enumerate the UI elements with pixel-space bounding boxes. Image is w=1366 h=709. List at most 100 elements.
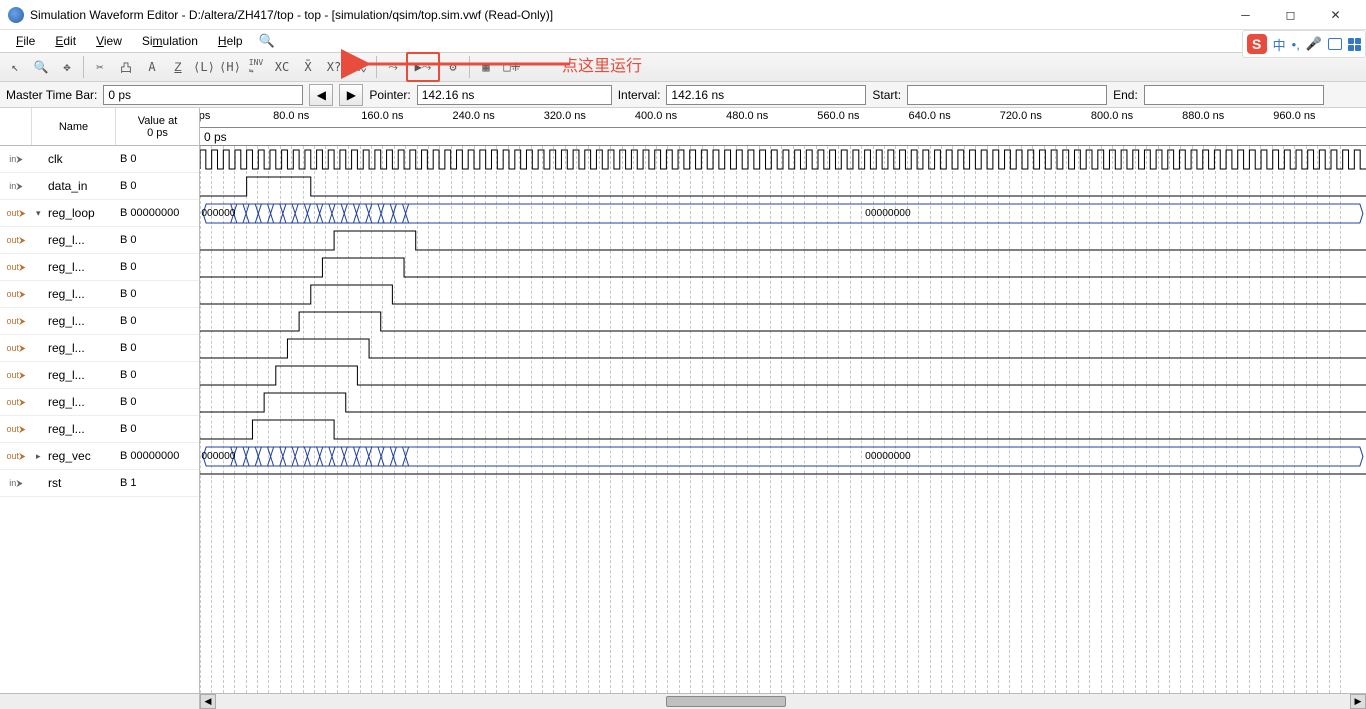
count-icon[interactable]: XC	[269, 54, 295, 80]
waveform-row[interactable]	[200, 173, 1366, 200]
ime-grid-icon[interactable]	[1348, 38, 1361, 51]
hscroll-right-button[interactable]: ▶	[1350, 694, 1366, 709]
waveform-body[interactable]: 00000000000000 00000000000000	[200, 146, 1366, 693]
run-simulation-button[interactable]: ▶⤳	[406, 52, 440, 82]
toolbar: ↖ 🔍 ✥ ✂ 凸 A Z ⟨L⟩ ⟨H⟩ INV⇋ XC X̄ X? R⌄ ⤳…	[0, 52, 1366, 82]
close-button[interactable]: ✕	[1313, 0, 1358, 30]
menu-help[interactable]: Help	[208, 31, 253, 51]
col-name-header[interactable]: Name	[32, 108, 116, 145]
overwrite-clock-icon[interactable]: X̄	[295, 54, 321, 80]
signal-value: B 0	[116, 369, 199, 381]
waveform-row[interactable]: 00000000000000	[200, 443, 1366, 470]
waveform-row[interactable]: 00000000000000	[200, 200, 1366, 227]
waveform-row[interactable]	[200, 146, 1366, 173]
tool-icon-a[interactable]: ⚙	[440, 54, 466, 80]
menu-simulation[interactable]: Simulation	[132, 31, 208, 51]
wave-hscroll[interactable]: ◀ ▶	[200, 693, 1366, 709]
random-icon[interactable]: X?	[321, 54, 347, 80]
signal-row[interactable]: out⮞ reg_l... B 0	[0, 227, 199, 254]
ruler-tick: 80.0 ns	[273, 110, 309, 122]
waveform-row[interactable]	[200, 389, 1366, 416]
tool-icon-c[interactable]: □⁜	[499, 54, 525, 80]
signal-name: reg_l...	[32, 422, 116, 436]
arb-value-icon[interactable]: R⌄	[347, 54, 373, 80]
signal-value: B 0	[116, 153, 199, 165]
waveform-row[interactable]	[200, 416, 1366, 443]
signal-row[interactable]: out⮞ reg_l... B 0	[0, 362, 199, 389]
ruler-tick: 160.0 ns	[361, 110, 403, 122]
signal-row[interactable]: out⮞ reg_l... B 0	[0, 416, 199, 443]
forcing-high-icon[interactable]: A	[139, 54, 165, 80]
force-h-icon[interactable]: ⟨H⟩	[217, 54, 243, 80]
pointer-label: Pointer:	[369, 88, 410, 102]
ime-widget[interactable]: S 中 •, 🎤	[1242, 30, 1366, 58]
pointer-tool-icon[interactable]: ↖	[2, 54, 28, 80]
force-z-icon[interactable]: Z	[165, 54, 191, 80]
hand-tool-icon[interactable]: ✥	[54, 54, 80, 80]
waveform-row[interactable]	[200, 362, 1366, 389]
time-ruler[interactable]: 0 ps80.0 ns160.0 ns240.0 ns320.0 ns400.0…	[200, 108, 1366, 128]
signal-name: ▾reg_loop	[32, 206, 116, 220]
search-icon[interactable]: 🔍	[259, 33, 275, 49]
time-prev-button[interactable]: ◀	[309, 84, 333, 106]
force-l-icon[interactable]: ⟨L⟩	[191, 54, 217, 80]
waveform-panel[interactable]: 0 ps80.0 ns160.0 ns240.0 ns320.0 ns400.0…	[200, 108, 1366, 709]
signal-value: B 1	[116, 477, 199, 489]
signal-row[interactable]: in⮞ rst B 1	[0, 470, 199, 497]
ruler-tick: 880.0 ns	[1182, 110, 1224, 122]
signal-row[interactable]: in⮞ data_in B 0	[0, 173, 199, 200]
waveform-row[interactable]	[200, 227, 1366, 254]
hscroll-thumb[interactable]	[666, 696, 786, 707]
waveform-row[interactable]	[200, 308, 1366, 335]
signal-row[interactable]: out⮞ reg_l... B 0	[0, 254, 199, 281]
time-next-button[interactable]: ▶	[339, 84, 363, 106]
hscroll-left-button[interactable]: ◀	[200, 694, 216, 709]
zoom-tool-icon[interactable]: 🔍	[28, 54, 54, 80]
start-label: Start:	[872, 88, 901, 102]
cut-icon[interactable]: ✂	[87, 54, 113, 80]
ime-keyboard-icon[interactable]	[1328, 38, 1342, 50]
io-badge: out⮞	[0, 316, 32, 327]
menu-file[interactable]: File	[6, 31, 45, 51]
waveform-row[interactable]	[200, 470, 1366, 497]
forcing-low-icon[interactable]: 凸	[113, 54, 139, 80]
ime-lang[interactable]: 中	[1273, 35, 1286, 54]
signal-row[interactable]: out⮞ reg_l... B 0	[0, 308, 199, 335]
end-input[interactable]	[1144, 85, 1324, 105]
signal-name: reg_l...	[32, 260, 116, 274]
snap-icon[interactable]: ⤳	[380, 54, 406, 80]
signal-name: reg_l...	[32, 341, 116, 355]
signal-row[interactable]: out⮞ ▾reg_loop B 00000000	[0, 200, 199, 227]
signal-row[interactable]: in⮞ clk B 0	[0, 146, 199, 173]
menu-view[interactable]: View	[86, 31, 132, 51]
signal-row[interactable]: out⮞ ▸reg_vec B 00000000	[0, 443, 199, 470]
signal-row[interactable]: out⮞ reg_l... B 0	[0, 335, 199, 362]
interval-label: Interval:	[618, 88, 661, 102]
waveform-row[interactable]	[200, 335, 1366, 362]
pointer-input[interactable]	[417, 85, 612, 105]
signal-name: clk	[32, 152, 116, 166]
menubar: File Edit View Simulation Help 🔍	[0, 30, 1366, 52]
left-hscroll[interactable]	[0, 693, 199, 709]
start-input[interactable]	[907, 85, 1107, 105]
col-value-header[interactable]: Value at 0 ps	[116, 108, 199, 145]
invert-icon[interactable]: INV⇋	[243, 54, 269, 80]
ruler-tick: 480.0 ns	[726, 110, 768, 122]
waveform-row[interactable]	[200, 281, 1366, 308]
signal-row[interactable]: out⮞ reg_l... B 0	[0, 281, 199, 308]
signal-name: ▸reg_vec	[32, 449, 116, 463]
ime-mic-icon[interactable]: 🎤	[1306, 36, 1322, 52]
tool-icon-b[interactable]: ▦	[473, 54, 499, 80]
signal-value: B 0	[116, 234, 199, 246]
minimize-button[interactable]: ─	[1223, 0, 1268, 30]
menu-edit[interactable]: Edit	[45, 31, 86, 51]
ruler-tick: 0 ps	[200, 110, 210, 122]
master-time-input[interactable]	[103, 85, 303, 105]
ime-punct-icon[interactable]: •,	[1292, 37, 1300, 52]
interval-input[interactable]	[666, 85, 866, 105]
master-time-label: Master Time Bar:	[6, 88, 97, 102]
signal-row[interactable]: out⮞ reg_l... B 0	[0, 389, 199, 416]
maximize-button[interactable]: ◻	[1268, 0, 1313, 30]
waveform-row[interactable]	[200, 254, 1366, 281]
signal-value: B 0	[116, 423, 199, 435]
